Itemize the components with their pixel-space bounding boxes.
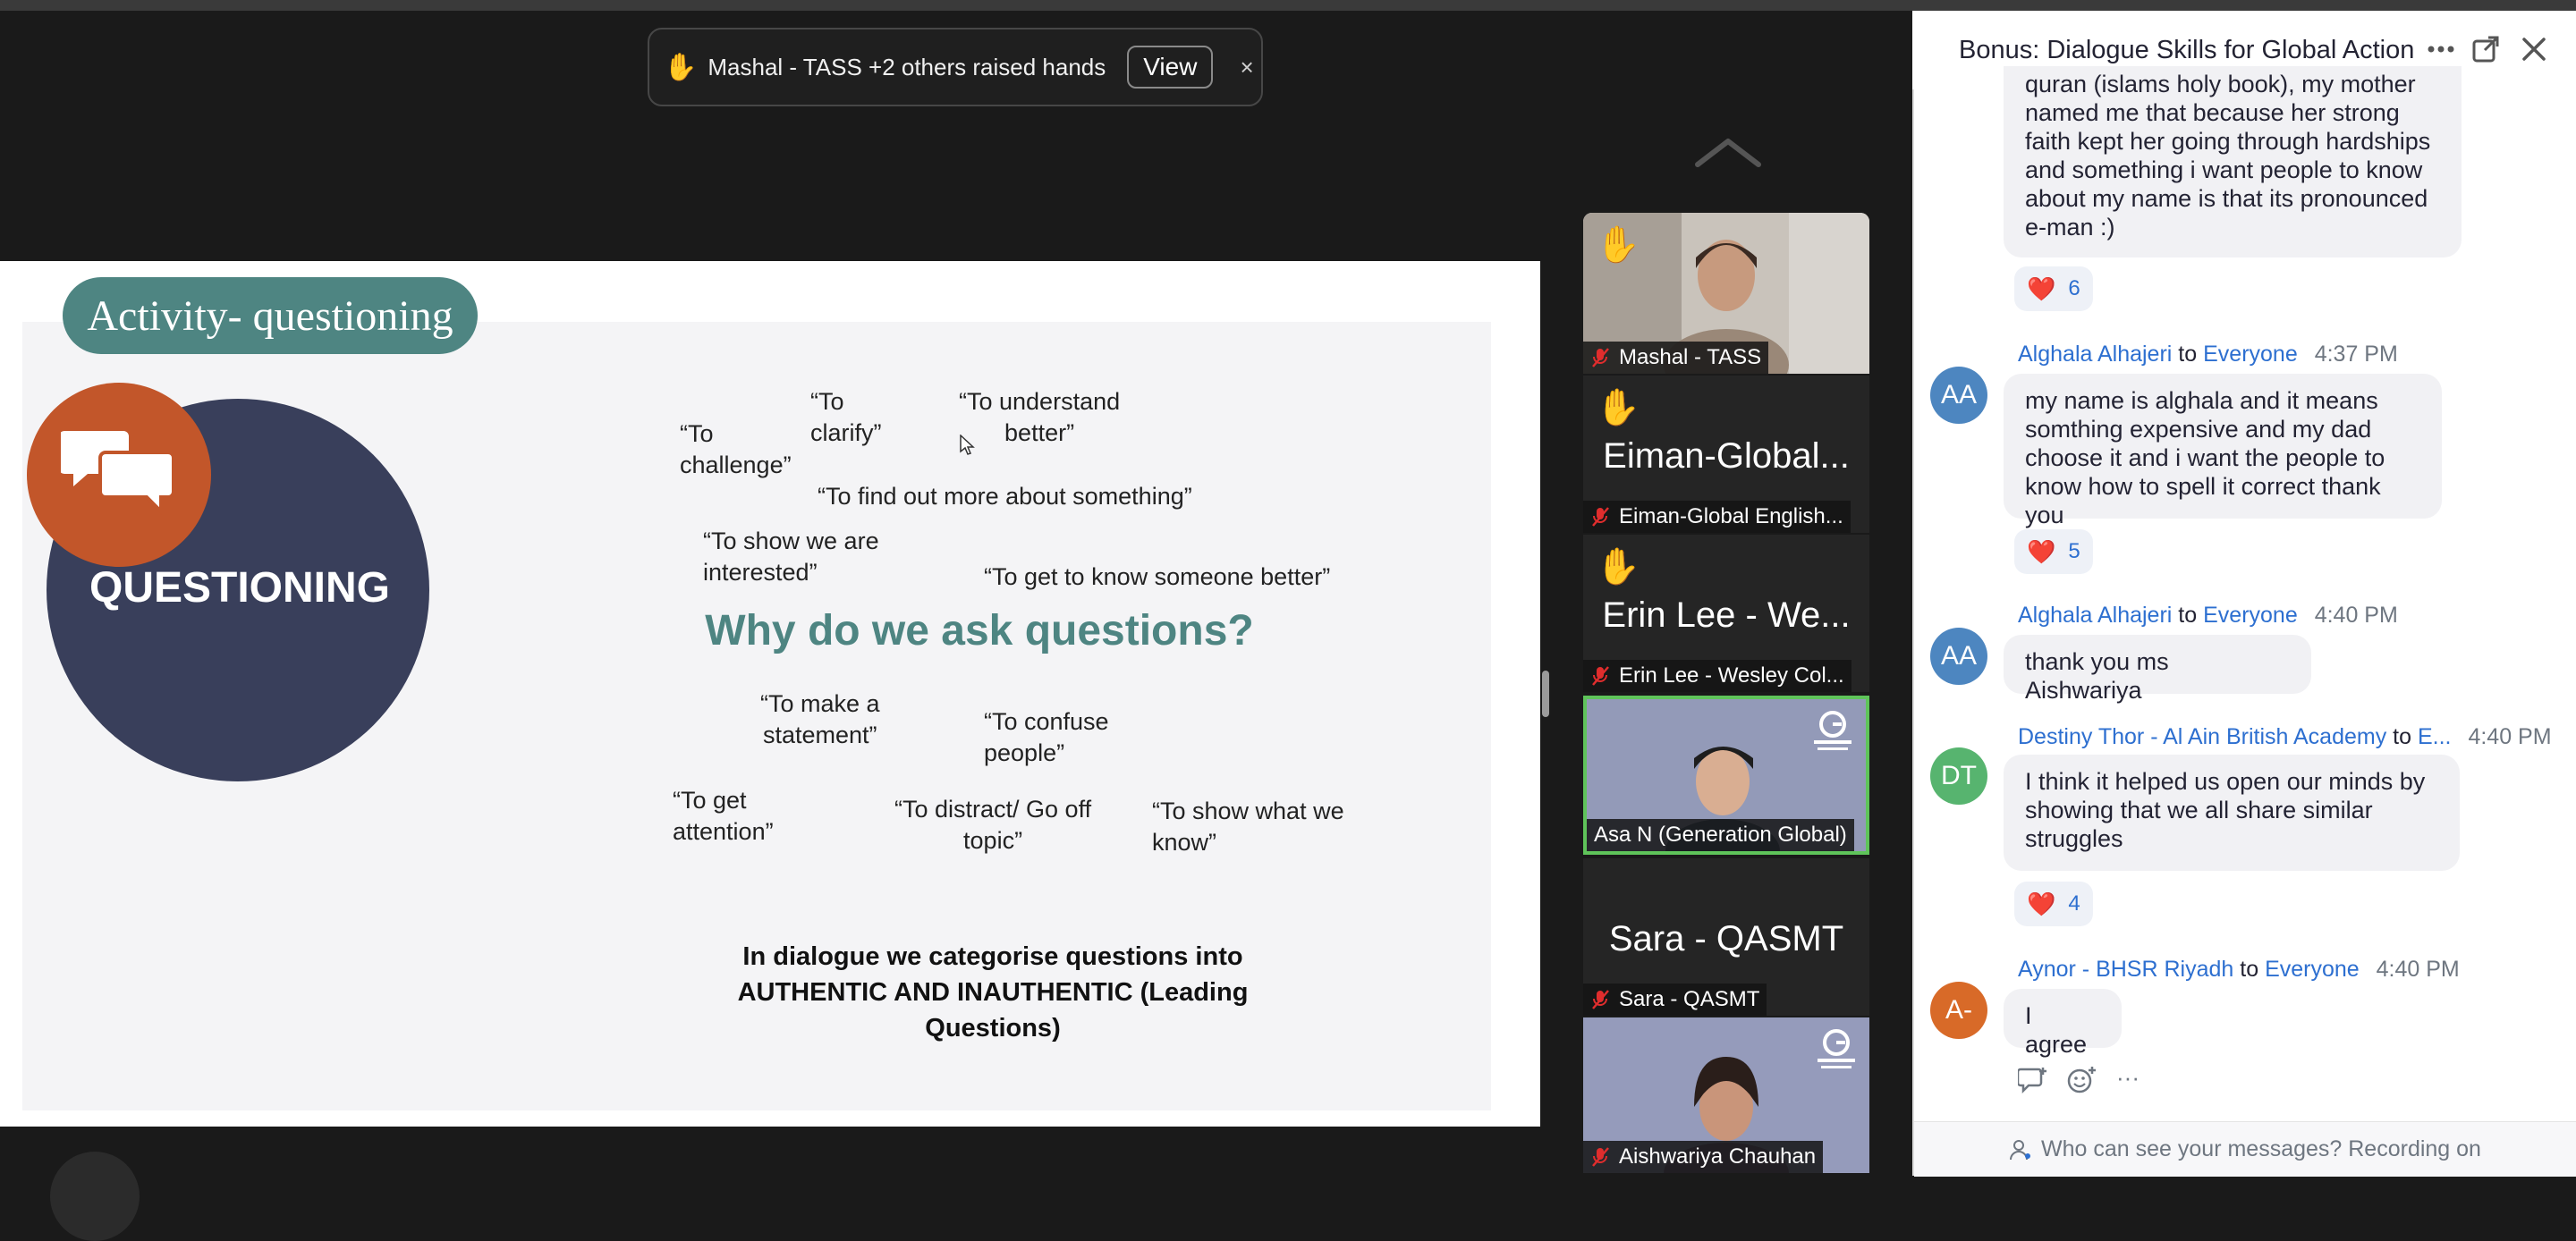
raised-hand-icon: ✋ [1596, 547, 1640, 587]
quote-confuse: “To confuse people” [984, 708, 1109, 766]
chat-bubbles-icon [61, 431, 175, 515]
participant-tile-mashal[interactable]: ✋ Mashal - TASS [1583, 213, 1869, 374]
add-reaction-icon[interactable] [2066, 1066, 2097, 1094]
heart-reaction[interactable]: ❤️ 4 [2014, 882, 2093, 926]
participant-tile-asa[interactable]: Asa N (Generation Global) [1583, 696, 1869, 855]
window-top-bar [0, 0, 2576, 11]
quote-interested: “To show we are interested” [703, 528, 879, 586]
participant-display-name: Erin Lee - We... [1602, 595, 1851, 635]
recipient-name[interactable]: E... [2418, 724, 2452, 749]
muted-mic-icon [1592, 666, 1609, 686]
slide-bottom-text: In dialogue we categorise questions into… [737, 942, 1249, 1043]
muted-mic-icon [1592, 990, 1609, 1009]
quote-understand: “To understand better” [959, 388, 1121, 446]
participant-tile-erin[interactable]: ✋ Erin Lee - We... Erin Lee - Wesley Col… [1583, 535, 1869, 692]
heart-reaction[interactable]: ❤️ 6 [2014, 266, 2093, 311]
more-options-icon[interactable] [2426, 34, 2456, 64]
activity-title: Activity- questioning [63, 277, 478, 354]
message-time: 4:37 PM [2314, 342, 2398, 367]
close-icon[interactable] [2519, 34, 2549, 64]
chevron-up-icon[interactable] [1692, 134, 1764, 170]
participant-display-name: Sara - QASMT [1608, 919, 1844, 958]
participant-tile-sara[interactable]: Sara - QASMT Sara - QASMT [1583, 858, 1869, 1016]
chat-footer[interactable]: Who can see your messages? Recording on [1914, 1121, 2576, 1177]
pop-out-icon[interactable] [2470, 34, 2501, 64]
mouse-cursor-icon [960, 435, 975, 455]
sender-name[interactable]: Destiny Thor - Al Ain British Academy [2018, 724, 2386, 749]
message-meta: Aynor - BHSR Riyadh to Everyone 4:40 PM [2018, 957, 2460, 982]
generation-global-logo [1814, 711, 1852, 750]
raised-hand-icon: ✋ [1596, 388, 1640, 427]
quote-show-know: “To show what we know” [1152, 798, 1344, 856]
generation-global-logo [1818, 1029, 1855, 1068]
avatar: AA [1930, 367, 1987, 424]
message-meta: Destiny Thor - Al Ain British Academy to… [2018, 724, 2552, 749]
person-privacy-icon [2010, 1139, 2031, 1160]
participant-name: Sara - QASMT [1583, 984, 1767, 1016]
quote-statement: “To make a statement” [760, 690, 880, 748]
raised-hands-text: Mashal - TASS +2 others raised hands [708, 53, 1106, 80]
muted-mic-icon [1592, 1147, 1609, 1167]
quote-find-out: “To find out more about something” [818, 483, 1192, 510]
message-time: 4:40 PM [2314, 603, 2398, 628]
participant-name: Erin Lee - Wesley Col... [1583, 660, 1852, 692]
close-icon[interactable]: × [1240, 54, 1253, 81]
participant-tile-eiman[interactable]: ✋ Eiman-Global... Eiman-Global English..… [1583, 376, 1869, 533]
heart-icon: ❤️ [2027, 890, 2056, 917]
chat-message-bubble: I think it helped us open our minds by s… [2004, 755, 2460, 871]
quote-clarify: “To clarify” [810, 388, 882, 446]
message-meta: Alghala Alhajeri to Everyone 4:37 PM [2018, 342, 2398, 367]
participant-display-name: Eiman-Global... [1603, 436, 1850, 476]
view-button[interactable]: View [1127, 46, 1214, 89]
raised-hand-icon: ✋ [1596, 225, 1640, 265]
raised-hand-icon: ✋ [664, 52, 698, 82]
slide-heading: Why do we ask questions? [705, 607, 1254, 654]
participant-name: Eiman-Global English... [1583, 501, 1851, 533]
recipient-name[interactable]: Everyone [2203, 603, 2298, 628]
quote-know-someone: “To get to know someone better” [984, 563, 1331, 590]
reply-icon[interactable] [2018, 1066, 2048, 1094]
heart-reaction[interactable]: ❤️ 5 [2014, 529, 2093, 574]
participant-name: Asa N (Generation Global) [1587, 819, 1854, 851]
chat-message-bubble: thank you ms Aishwariya [2004, 635, 2311, 704]
message-time: 4:40 PM [2376, 957, 2460, 982]
quote-distract: “To distract/ Go off topic” [894, 796, 1092, 854]
heart-icon: ❤️ [2027, 274, 2056, 302]
message-time: 4:40 PM [2468, 724, 2552, 749]
chat-message-bubble: I agree [2004, 989, 2122, 1058]
participant-name: Aishwariya Chauhan [1583, 1141, 1824, 1173]
raised-hands-notification: ✋ Mashal - TASS +2 others raised hands V… [648, 28, 1263, 106]
participant-tile-aishwariya[interactable]: Aishwariya Chauhan [1583, 1017, 1869, 1173]
muted-mic-icon [1592, 507, 1609, 527]
recipient-name[interactable]: Everyone [2265, 957, 2360, 982]
avatar: DT [1930, 747, 1987, 805]
more-actions-icon[interactable]: ··· [2116, 1064, 2140, 1092]
strip-resize-handle[interactable] [1542, 671, 1549, 717]
sender-name[interactable]: Alghala Alhajeri [2018, 342, 2172, 367]
heart-icon: ❤️ [2027, 537, 2056, 565]
avatar: A- [1930, 982, 1987, 1039]
quote-challenge: “To challenge” [680, 420, 792, 478]
chat-title: Bonus: Dialogue Skills for Global Action… [1959, 36, 2415, 64]
muted-mic-icon [1592, 348, 1609, 367]
sender-name[interactable]: Aynor - BHSR Riyadh [2018, 957, 2233, 982]
message-meta: Alghala Alhajeri to Everyone 4:40 PM [2018, 603, 2398, 628]
privacy-notice: Who can see your messages? Recording on [2041, 1136, 2481, 1161]
avatar: AA [1930, 628, 1987, 685]
chat-message-bubble: my name is alghala and it means somthing… [2004, 374, 2442, 528]
quote-attention: “To get attention” [673, 787, 774, 845]
chat-message-bubble: quran (islams holy book), my mother name… [2004, 66, 2462, 257]
recipient-name[interactable]: Everyone [2203, 342, 2298, 367]
questioning-label: QUESTIONING [89, 564, 391, 612]
floating-control-button[interactable] [50, 1152, 140, 1241]
participant-name: Mashal - TASS [1583, 342, 1769, 374]
sender-name[interactable]: Alghala Alhajeri [2018, 603, 2172, 628]
